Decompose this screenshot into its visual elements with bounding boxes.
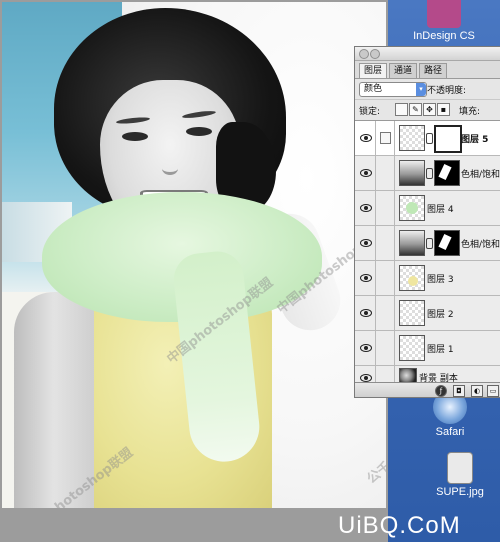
visibility-toggle[interactable] <box>355 296 376 330</box>
eye-icon <box>360 134 372 142</box>
minimize-icon[interactable] <box>370 49 380 59</box>
tab-layers[interactable]: 图层 <box>359 63 388 78</box>
panel-tabs: 图层 通道 路径 <box>355 61 500 79</box>
visibility-toggle[interactable] <box>355 156 376 190</box>
document-canvas[interactable]: 中国photoshop联盟 中国photoshop联盟 中国photoshop联… <box>0 0 388 542</box>
lock-row: 锁定: ✎ ✥ ▪ 填充: <box>355 100 500 121</box>
jpg-file-icon <box>447 452 473 484</box>
link-cell[interactable] <box>376 191 395 225</box>
desktop-icon-label: InDesign CS <box>413 30 475 42</box>
link-chain-icon <box>426 168 433 179</box>
layer-row[interactable]: 图层 5 <box>355 121 500 156</box>
layer-name: 图层 3 <box>427 275 454 285</box>
layer-name: 图层 1 <box>427 345 454 355</box>
panel-bottom-bar: ƒ ◘ ◐ ▭ <box>355 382 500 397</box>
visibility-toggle[interactable] <box>355 261 376 295</box>
adjustment-thumbnail <box>399 230 425 256</box>
lock-paint-icon[interactable]: ✎ <box>409 103 422 116</box>
photo-eye-left <box>122 132 148 141</box>
layer-thumbnail <box>399 125 425 151</box>
photo-nose <box>162 162 178 175</box>
layer-row[interactable]: 色相/饱和 <box>355 156 500 191</box>
visibility-toggle[interactable] <box>355 191 376 225</box>
link-chain-icon <box>426 238 433 249</box>
layer-row[interactable]: 图层 2 <box>355 296 500 331</box>
add-mask-icon[interactable]: ◘ <box>453 385 465 397</box>
blend-mode-value: 颜色 <box>364 84 383 94</box>
new-group-icon[interactable]: ▭ <box>487 385 499 397</box>
eye-icon <box>360 344 372 352</box>
eye-icon <box>360 239 372 247</box>
add-layer-style-icon[interactable]: ƒ <box>435 385 447 397</box>
eye-icon <box>360 204 372 212</box>
panel-titlebar[interactable] <box>355 47 500 61</box>
opacity-label: 不透明度: <box>427 86 467 96</box>
desktop-icon-label: SUPE.jpg <box>436 486 484 498</box>
layer-name: 图层 2 <box>427 310 454 320</box>
eye-icon <box>360 374 372 382</box>
eye-icon <box>360 274 372 282</box>
layer-thumbnail <box>399 265 425 291</box>
link-cell[interactable] <box>376 261 395 295</box>
layer-mask-thumbnail[interactable] <box>434 125 462 153</box>
link-cell[interactable] <box>376 156 395 190</box>
tab-paths[interactable]: 路径 <box>419 63 448 78</box>
layer-mask-thumbnail[interactable] <box>434 160 460 186</box>
eye-icon <box>360 309 372 317</box>
tab-channels[interactable]: 通道 <box>389 63 418 78</box>
layer-thumbnail <box>399 300 425 326</box>
link-cell[interactable] <box>376 296 395 330</box>
desktop-icon-supe-jpg[interactable]: SUPE.jpg <box>420 452 500 498</box>
layer-mask-thumbnail[interactable] <box>434 230 460 256</box>
blend-row: 颜色 ▾ 不透明度: <box>355 79 500 100</box>
brush-cell[interactable] <box>376 121 395 155</box>
layer-thumbnail <box>399 195 425 221</box>
visibility-toggle[interactable] <box>355 331 376 365</box>
layer-name: 图层 4 <box>427 205 454 215</box>
layer-name: 色相/饱和 <box>461 170 500 180</box>
blend-mode-select[interactable]: 颜色 ▾ <box>359 82 427 97</box>
indesign-icon <box>427 0 461 28</box>
layer-name: 图层 5 <box>461 135 489 145</box>
brush-icon <box>380 132 391 144</box>
layers-panel: 图层 通道 路径 颜色 ▾ 不透明度: 锁定: ✎ ✥ ▪ 填充: 图层 5 色… <box>354 46 500 398</box>
layer-thumbnail <box>399 335 425 361</box>
layer-row[interactable]: 色相/饱和 <box>355 226 500 261</box>
photo: 中国photoshop联盟 中国photoshop联盟 中国photoshop联… <box>2 2 386 508</box>
fill-label: 填充: <box>459 107 481 117</box>
eye-icon <box>360 169 372 177</box>
chevron-down-icon: ▾ <box>416 83 426 96</box>
lock-transparency-icon[interactable] <box>395 103 408 116</box>
layer-row[interactable]: 图层 4 <box>355 191 500 226</box>
new-fill-layer-icon[interactable]: ◐ <box>471 385 483 397</box>
close-icon[interactable] <box>359 49 369 59</box>
layer-row[interactable]: 图层 3 <box>355 261 500 296</box>
visibility-toggle[interactable] <box>355 226 376 260</box>
photo-eye-right <box>186 127 212 136</box>
desktop-icon-label: Safari <box>435 426 465 438</box>
adjustment-thumbnail <box>399 160 425 186</box>
lock-position-icon[interactable]: ✥ <box>423 103 436 116</box>
lock-all-icon[interactable]: ▪ <box>437 103 450 116</box>
layer-row[interactable]: 图层 1 <box>355 331 500 366</box>
link-cell[interactable] <box>376 226 395 260</box>
lock-label: 锁定: <box>359 107 381 117</box>
desktop-icon-indesign[interactable]: InDesign CS <box>404 0 484 42</box>
link-chain-icon <box>426 133 433 144</box>
visibility-toggle[interactable] <box>355 121 376 155</box>
link-cell[interactable] <box>376 331 395 365</box>
layer-name: 色相/饱和 <box>461 240 500 250</box>
site-watermark: UiBQ.CoM <box>338 512 461 539</box>
